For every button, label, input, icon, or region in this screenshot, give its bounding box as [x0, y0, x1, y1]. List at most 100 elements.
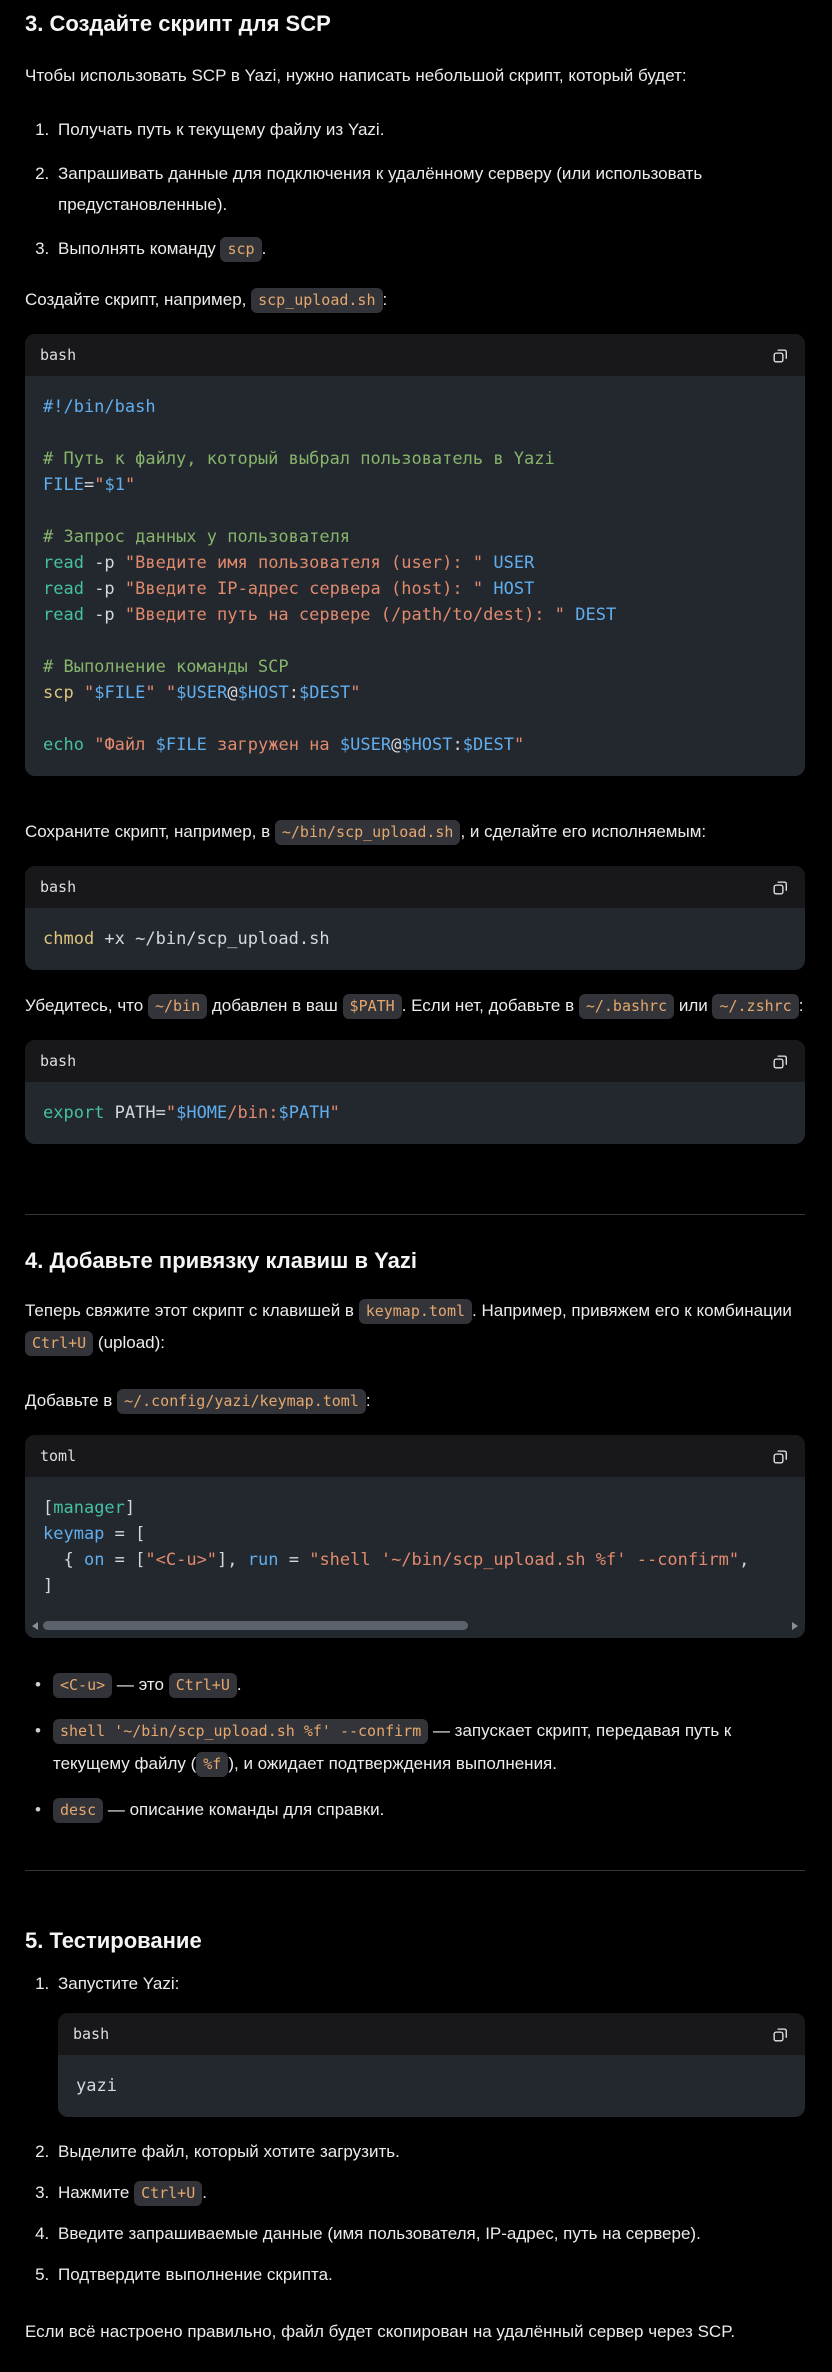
- code-token: on: [84, 1550, 104, 1570]
- code-token: [74, 683, 84, 703]
- copy-icon[interactable]: [771, 2025, 790, 2044]
- inline-code: scp_upload.sh: [251, 288, 382, 313]
- code-token: ": [84, 683, 94, 703]
- code-token: -p: [84, 553, 125, 573]
- code-token: export: [43, 1103, 104, 1123]
- code-token: # Выполнение команды SCP: [43, 657, 289, 677]
- code-token: chmod: [43, 929, 94, 949]
- list-item: <C-u> — это Ctrl+U.: [25, 1668, 805, 1701]
- copy-icon[interactable]: [771, 1447, 790, 1466]
- scrollbar-thumb[interactable]: [43, 1621, 468, 1630]
- section-divider: [25, 1214, 805, 1215]
- code-token: #!/bin/bash: [43, 397, 156, 417]
- inline-code: %f: [196, 1752, 228, 1777]
- code-line: read -p "Введите имя пользователя (user)…: [43, 550, 787, 576]
- code-token: +x ~/bin/scp_upload.sh: [94, 929, 329, 949]
- paragraph-path-check: Убедитесь, что ~/bin добавлен в ваш $PAT…: [25, 990, 805, 1022]
- code-line: read -p "Введите IP-адрес сервера (host)…: [43, 576, 787, 602]
- code-token: $DEST: [463, 735, 514, 755]
- code-token: ],: [217, 1550, 248, 1570]
- inline-code: ~/.bashrc: [579, 994, 674, 1019]
- paragraph-keybinding: Теперь свяжите этот скрипт с клавишей в …: [25, 1295, 805, 1359]
- code-token: manager: [53, 1498, 125, 1518]
- code-block-header: bash: [58, 2013, 805, 2055]
- code-token: "Введите путь на сервере (/path/to/dest)…: [125, 605, 565, 625]
- copy-icon[interactable]: [771, 1052, 790, 1071]
- code-token: ": [514, 735, 524, 755]
- code-line: # Выполнение команды SCP: [43, 654, 787, 680]
- code-token: /bin:: [227, 1103, 278, 1123]
- list-item: desc — описание команды для справки.: [25, 1793, 805, 1826]
- code-token: ]: [125, 1498, 135, 1518]
- code-token: -p: [84, 605, 125, 625]
- code-block-header: bash: [25, 334, 805, 376]
- code-token: =: [84, 475, 94, 495]
- code-line: [43, 420, 787, 446]
- code-token: $PATH: [278, 1103, 329, 1123]
- section-heading-keybinding: 4. Добавьте привязку клавиш в Yazi: [25, 1247, 805, 1275]
- code-line: [43, 498, 787, 524]
- scroll-right-arrow[interactable]: [792, 1622, 798, 1630]
- code-line: [manager]: [43, 1495, 787, 1521]
- code-token: загружен на: [207, 735, 340, 755]
- section-heading-testing: 5. Тестирование: [25, 1927, 805, 1955]
- code-token: {: [43, 1550, 84, 1570]
- list-item: Нажмите Ctrl+U.: [54, 2178, 805, 2208]
- code-block-keymap-toml: toml [manager]keymap = [ { on = ["<C-u>"…: [25, 1435, 805, 1638]
- code-token: ": [166, 683, 176, 703]
- code-token: $HOST: [401, 735, 452, 755]
- code-line: export PATH="$HOME/bin:$PATH": [43, 1100, 787, 1126]
- code-token: :: [453, 735, 463, 755]
- code-token: ": [94, 475, 104, 495]
- paragraph-create-script: Создайте скрипт, например, scp_upload.sh…: [25, 284, 805, 316]
- code-token: [483, 579, 493, 599]
- code-token: USER: [493, 553, 534, 573]
- code-token: $1: [104, 475, 124, 495]
- code-line: ]: [43, 1573, 787, 1599]
- copy-icon[interactable]: [771, 878, 790, 897]
- code-token: [84, 735, 94, 755]
- list-item: Запустите Yazi: bash yazi: [54, 1969, 805, 2117]
- inline-code: <C-u>: [53, 1673, 112, 1698]
- code-language-label: bash: [40, 878, 76, 896]
- paragraph-intro: Чтобы использовать SCP в Yazi, нужно нап…: [25, 60, 805, 92]
- code-block-yazi: bash yazi: [58, 2013, 805, 2117]
- code-token: "Файл: [94, 735, 155, 755]
- code-token: ": [350, 683, 360, 703]
- code-token: = [: [104, 1524, 145, 1544]
- code-line: # Путь к файлу, который выбрал пользоват…: [43, 446, 787, 472]
- scroll-left-arrow[interactable]: [32, 1622, 38, 1630]
- code-content: export PATH="$HOME/bin:$PATH": [25, 1082, 805, 1144]
- code-line: [43, 706, 787, 732]
- code-token: [483, 553, 493, 573]
- code-token: $USER: [176, 683, 227, 703]
- code-token: run: [248, 1550, 279, 1570]
- code-token: [156, 683, 166, 703]
- inline-code: $PATH: [343, 994, 402, 1019]
- code-content: yazi: [58, 2055, 805, 2117]
- step-text: Запустите Yazi:: [58, 1974, 179, 1993]
- code-language-label: toml: [40, 1447, 76, 1465]
- code-token: ": [166, 1103, 176, 1123]
- code-content: [manager]keymap = [ { on = ["<C-u>"], ru…: [25, 1477, 805, 1617]
- inline-code: Ctrl+U: [25, 1331, 93, 1356]
- inline-code: Ctrl+U: [134, 2181, 202, 2206]
- horizontal-scrollbar[interactable]: [29, 1619, 801, 1632]
- list-item: Запрашивать данные для подключения к уда…: [54, 158, 805, 220]
- code-token: yazi: [76, 2076, 117, 2096]
- code-token: ": [145, 683, 155, 703]
- inline-code: ~/.zshrc: [712, 994, 798, 1019]
- code-token: "Введите имя пользователя (user): ": [125, 553, 483, 573]
- inline-code: ~/bin/scp_upload.sh: [275, 820, 461, 845]
- code-line: yazi: [76, 2073, 787, 2099]
- list-item: Выделите файл, который хотите загрузить.: [54, 2137, 805, 2167]
- code-token: :: [289, 683, 299, 703]
- code-token: ": [330, 1103, 340, 1123]
- list-item: Подтвердите выполнение скрипта.: [54, 2260, 805, 2290]
- code-token: read: [43, 605, 84, 625]
- inline-code: keymap.toml: [359, 1299, 472, 1324]
- code-content: #!/bin/bash # Путь к файлу, который выбр…: [25, 376, 805, 776]
- copy-icon[interactable]: [771, 346, 790, 365]
- code-token: $FILE: [156, 735, 207, 755]
- paragraph-save-script: Сохраните скрипт, например, в ~/bin/scp_…: [25, 816, 805, 848]
